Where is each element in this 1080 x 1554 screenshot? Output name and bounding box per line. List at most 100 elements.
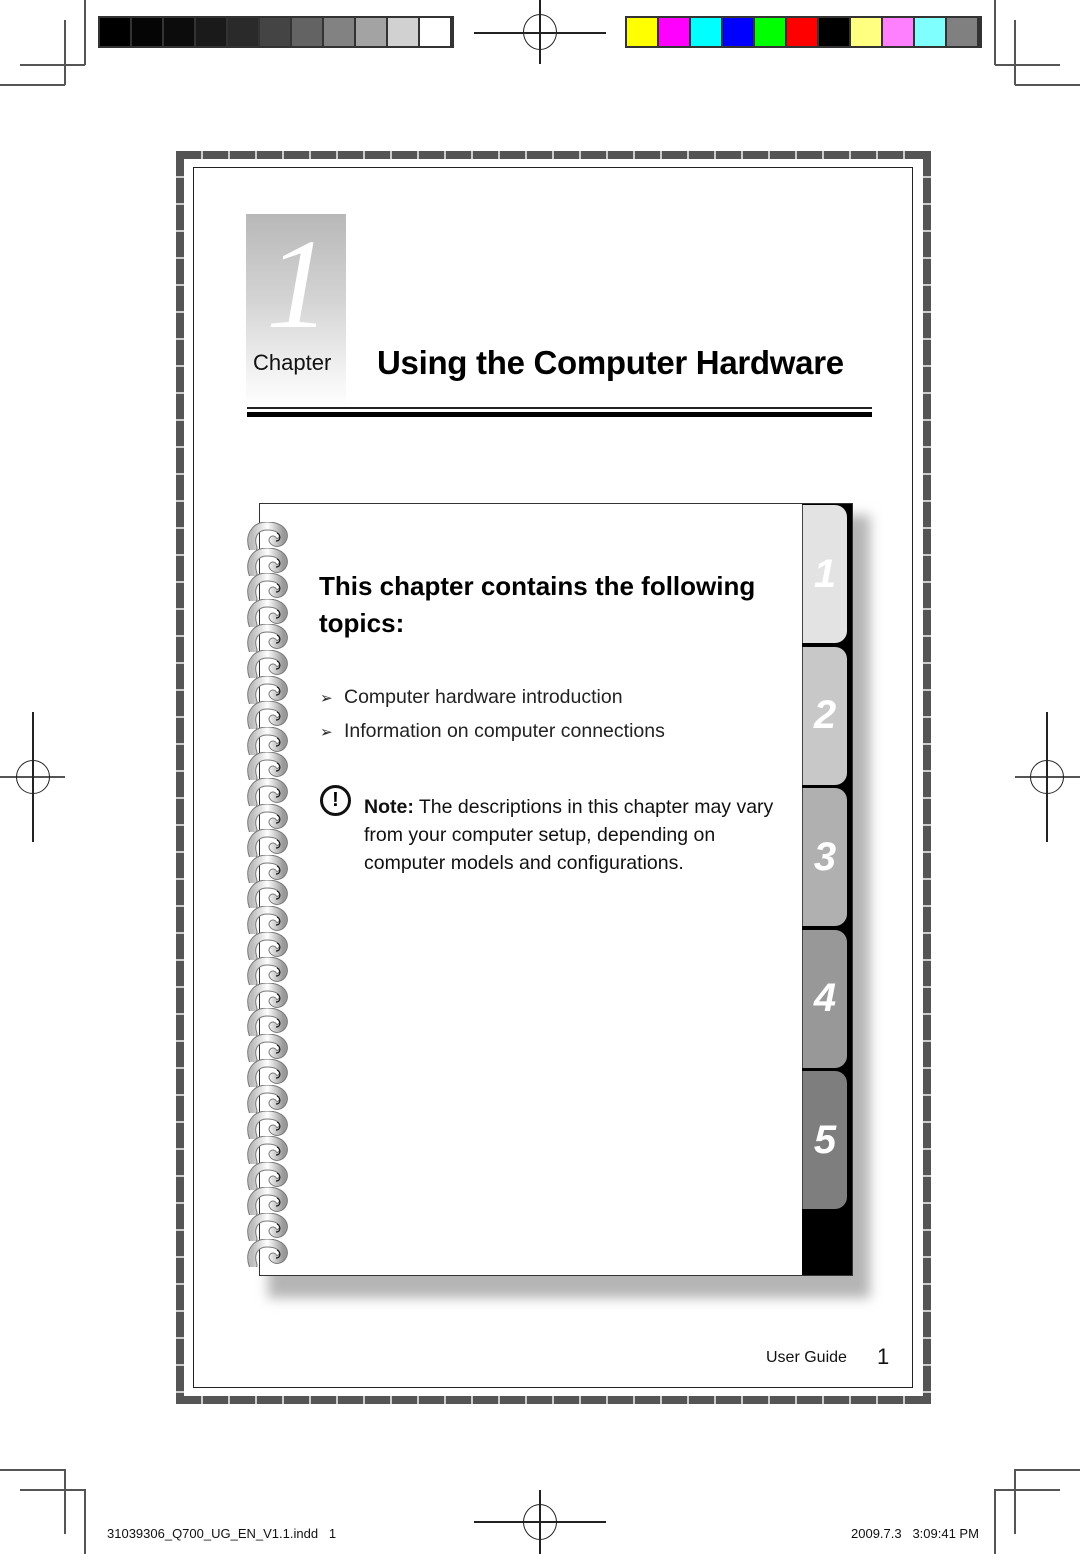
color-bar xyxy=(625,16,982,48)
spiral-ring-icon xyxy=(247,880,288,909)
color-swatch xyxy=(356,18,386,46)
crop-mark xyxy=(1014,1469,1016,1534)
spiral-ring-icon xyxy=(247,1110,288,1139)
spiral-ring-icon xyxy=(247,752,288,781)
color-swatch xyxy=(324,18,354,46)
spiral-ring-icon xyxy=(247,829,288,858)
spiral-ring-icon xyxy=(247,522,288,550)
chapter-tab-1[interactable]: 1 xyxy=(802,505,847,643)
spiral-ring-icon xyxy=(247,1187,288,1216)
note-text: The descriptions in this chapter may var… xyxy=(364,796,774,874)
color-swatch xyxy=(388,18,418,46)
arrow-bullet-icon: ➢ xyxy=(320,690,333,707)
spiral-ring-icon xyxy=(247,905,288,934)
slug-timestamp: 2009.7.3 3:09:41 PM xyxy=(851,1526,979,1541)
crop-mark xyxy=(1014,20,1016,85)
color-swatch xyxy=(947,18,977,46)
topic-item: ➢ Information on computer connections xyxy=(320,720,665,743)
arrow-bullet-icon: ➢ xyxy=(320,724,333,741)
spiral-ring-icon xyxy=(247,1161,288,1190)
crop-mark xyxy=(84,0,86,65)
spiral-ring-icon xyxy=(247,931,288,960)
color-swatch xyxy=(100,18,130,46)
spiral-ring-icon xyxy=(247,573,288,602)
registration-mark xyxy=(16,760,50,794)
spiral-ring-icon xyxy=(247,982,288,1011)
crop-mark xyxy=(64,1469,66,1534)
spiral-ring-icon xyxy=(247,777,288,806)
color-swatch xyxy=(164,18,194,46)
title-rule xyxy=(247,407,872,409)
chapter-label: Chapter xyxy=(253,350,332,375)
registration-mark xyxy=(523,14,557,50)
spiral-ring-icon xyxy=(247,1085,288,1114)
color-swatch xyxy=(755,18,785,46)
footer-label: User Guide xyxy=(766,1349,847,1366)
registration-mark xyxy=(523,1504,557,1540)
topic-text: Computer hardware introduction xyxy=(344,686,623,708)
spiral-ring-icon xyxy=(247,701,288,730)
crop-mark xyxy=(1015,1469,1080,1471)
chapter-tab-3[interactable]: 3 xyxy=(802,788,847,926)
crop-mark xyxy=(994,1489,996,1554)
spiral-ring-icon xyxy=(247,649,288,678)
crop-mark xyxy=(0,84,65,86)
spiral-binding xyxy=(247,522,289,1267)
chapter-tab-4[interactable]: 4 xyxy=(802,929,847,1068)
chapter-badge: 1 Chapter xyxy=(246,214,346,406)
spiral-ring-icon xyxy=(247,675,288,704)
color-swatch xyxy=(420,18,450,46)
crop-mark xyxy=(994,0,996,65)
title-rule xyxy=(247,412,872,417)
page-frame-border xyxy=(176,1396,931,1404)
spiral-ring-icon xyxy=(247,854,288,883)
spiral-ring-icon xyxy=(247,1008,288,1037)
slug-filename: 31039306_Q700_UG_EN_V1.1.indd 1 xyxy=(107,1526,337,1541)
crop-mark xyxy=(20,64,85,66)
spiral-ring-icon xyxy=(247,1238,288,1267)
crop-mark xyxy=(995,64,1060,66)
spiral-ring-icon xyxy=(247,803,288,832)
color-swatch xyxy=(659,18,689,46)
topics-heading: This chapter contains the following topi… xyxy=(319,571,756,638)
color-swatch xyxy=(691,18,721,46)
color-swatch xyxy=(292,18,322,46)
spiral-ring-icon xyxy=(247,1213,288,1242)
chapter-tab-2[interactable]: 2 xyxy=(802,646,847,785)
topic-item: ➢ Computer hardware introduction xyxy=(320,686,623,709)
color-swatch xyxy=(260,18,290,46)
color-swatch xyxy=(132,18,162,46)
color-swatch xyxy=(851,18,881,46)
spiral-ring-icon xyxy=(247,726,288,755)
color-swatch xyxy=(819,18,849,46)
registration-mark xyxy=(1030,760,1064,794)
color-swatch xyxy=(883,18,913,46)
spiral-ring-icon xyxy=(247,624,288,653)
exclamation-icon: ! xyxy=(320,785,351,816)
spiral-ring-icon xyxy=(247,957,288,986)
crop-mark xyxy=(0,1469,65,1471)
page-frame-border xyxy=(176,151,184,1404)
note-paragraph: Note: The descriptions in this chapter m… xyxy=(364,793,774,877)
color-swatch xyxy=(228,18,258,46)
crop-mark xyxy=(64,20,66,85)
spiral-ring-icon xyxy=(247,1059,288,1088)
page-frame-border xyxy=(176,151,931,159)
page-frame-border xyxy=(923,151,931,1404)
grayscale-bar xyxy=(98,16,454,48)
color-swatch xyxy=(627,18,657,46)
crop-mark xyxy=(84,1489,86,1554)
spiral-ring-icon xyxy=(247,1136,288,1165)
chapter-tab-5[interactable]: 5 xyxy=(802,1071,847,1209)
crop-mark xyxy=(20,1489,85,1491)
color-swatch xyxy=(196,18,226,46)
chapter-title: Using the Computer Hardware xyxy=(377,344,844,381)
crop-mark xyxy=(995,1489,1060,1491)
color-swatch xyxy=(787,18,817,46)
spiral-ring-icon xyxy=(247,598,288,627)
color-swatch xyxy=(915,18,945,46)
color-swatch xyxy=(723,18,753,46)
note-label: Note: xyxy=(364,796,414,818)
chapter-number: 1 xyxy=(266,213,330,355)
crop-mark xyxy=(1015,84,1080,86)
